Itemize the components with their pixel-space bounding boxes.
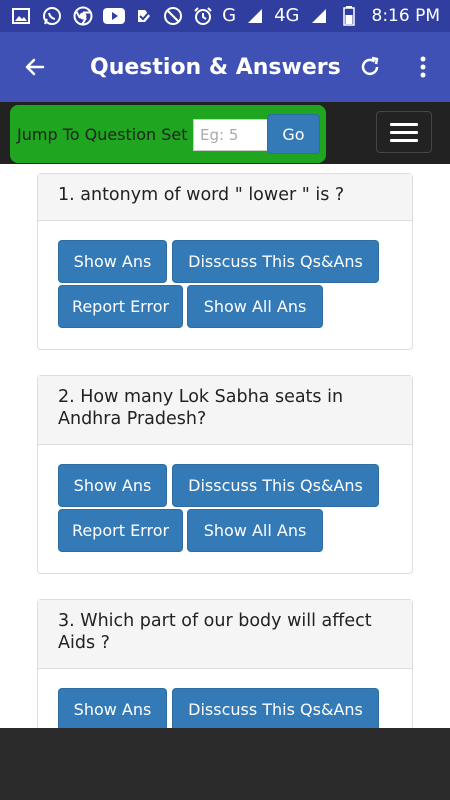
- report-error-button[interactable]: Report Error: [58, 509, 183, 552]
- app-bar: Question & Answers: [0, 32, 450, 102]
- question-card: 1. antonym of word " lower " is ? Show A…: [37, 173, 413, 350]
- question-actions: Show Ans Disscuss This Qs&Ans Report Err…: [38, 445, 412, 552]
- show-all-ans-button[interactable]: Show All Ans: [187, 285, 323, 328]
- jump-label: Jump To Question Set: [17, 125, 188, 144]
- network-type: G: [222, 5, 237, 26]
- battery-icon: [338, 5, 360, 27]
- question-actions: Show Ans Disscuss This Qs&Ans: [38, 669, 412, 728]
- show-ans-button[interactable]: Show Ans: [58, 688, 167, 728]
- network-4g: 4G: [274, 5, 300, 26]
- question-card: 3. Which part of our body will affect Ai…: [37, 599, 413, 728]
- status-bar: G 4G 8:16 PM: [0, 0, 450, 32]
- discuss-button[interactable]: Disscuss This Qs&Ans: [172, 464, 379, 507]
- page-title: Question & Answers: [90, 54, 341, 80]
- report-error-button[interactable]: Report Error: [58, 285, 183, 328]
- bottom-ad-bar: [0, 728, 450, 800]
- jump-to-question-box: Jump To Question Set Go: [10, 105, 326, 163]
- youtube-icon: [103, 5, 125, 27]
- more-vert-icon[interactable]: [403, 47, 443, 87]
- whatsapp-icon: [41, 5, 63, 27]
- image-icon: [10, 5, 32, 27]
- question-title: 1. antonym of word " lower " is ?: [38, 174, 412, 221]
- dnd-icon: [162, 5, 184, 27]
- check-icon: [134, 5, 156, 27]
- discuss-button[interactable]: Disscuss This Qs&Ans: [172, 688, 379, 728]
- back-arrow-icon[interactable]: [0, 32, 70, 102]
- clock: 8:16 PM: [371, 5, 441, 26]
- question-set-input[interactable]: [193, 119, 268, 151]
- show-all-ans-button[interactable]: Show All Ans: [187, 509, 323, 552]
- discuss-button[interactable]: Disscuss This Qs&Ans: [172, 240, 379, 283]
- jump-navbar: Jump To Question Set Go: [0, 102, 450, 164]
- show-ans-button[interactable]: Show Ans: [58, 464, 167, 507]
- signal-icon: [244, 5, 266, 27]
- go-button[interactable]: Go: [267, 114, 320, 154]
- question-title: 2. How many Lok Sabha seats in Andhra Pr…: [38, 376, 412, 445]
- question-actions: Show Ans Disscuss This Qs&Ans Report Err…: [38, 221, 412, 328]
- question-title: 3. Which part of our body will affect Ai…: [38, 600, 412, 669]
- refresh-icon[interactable]: [350, 47, 390, 87]
- alarm-icon: [192, 5, 214, 27]
- signal-icon: [308, 5, 330, 27]
- chrome-icon: [72, 5, 94, 27]
- menu-toggle-icon[interactable]: [376, 111, 432, 153]
- question-card: 2. How many Lok Sabha seats in Andhra Pr…: [37, 375, 413, 574]
- show-ans-button[interactable]: Show Ans: [58, 240, 167, 283]
- question-list: 1. antonym of word " lower " is ? Show A…: [0, 164, 450, 728]
